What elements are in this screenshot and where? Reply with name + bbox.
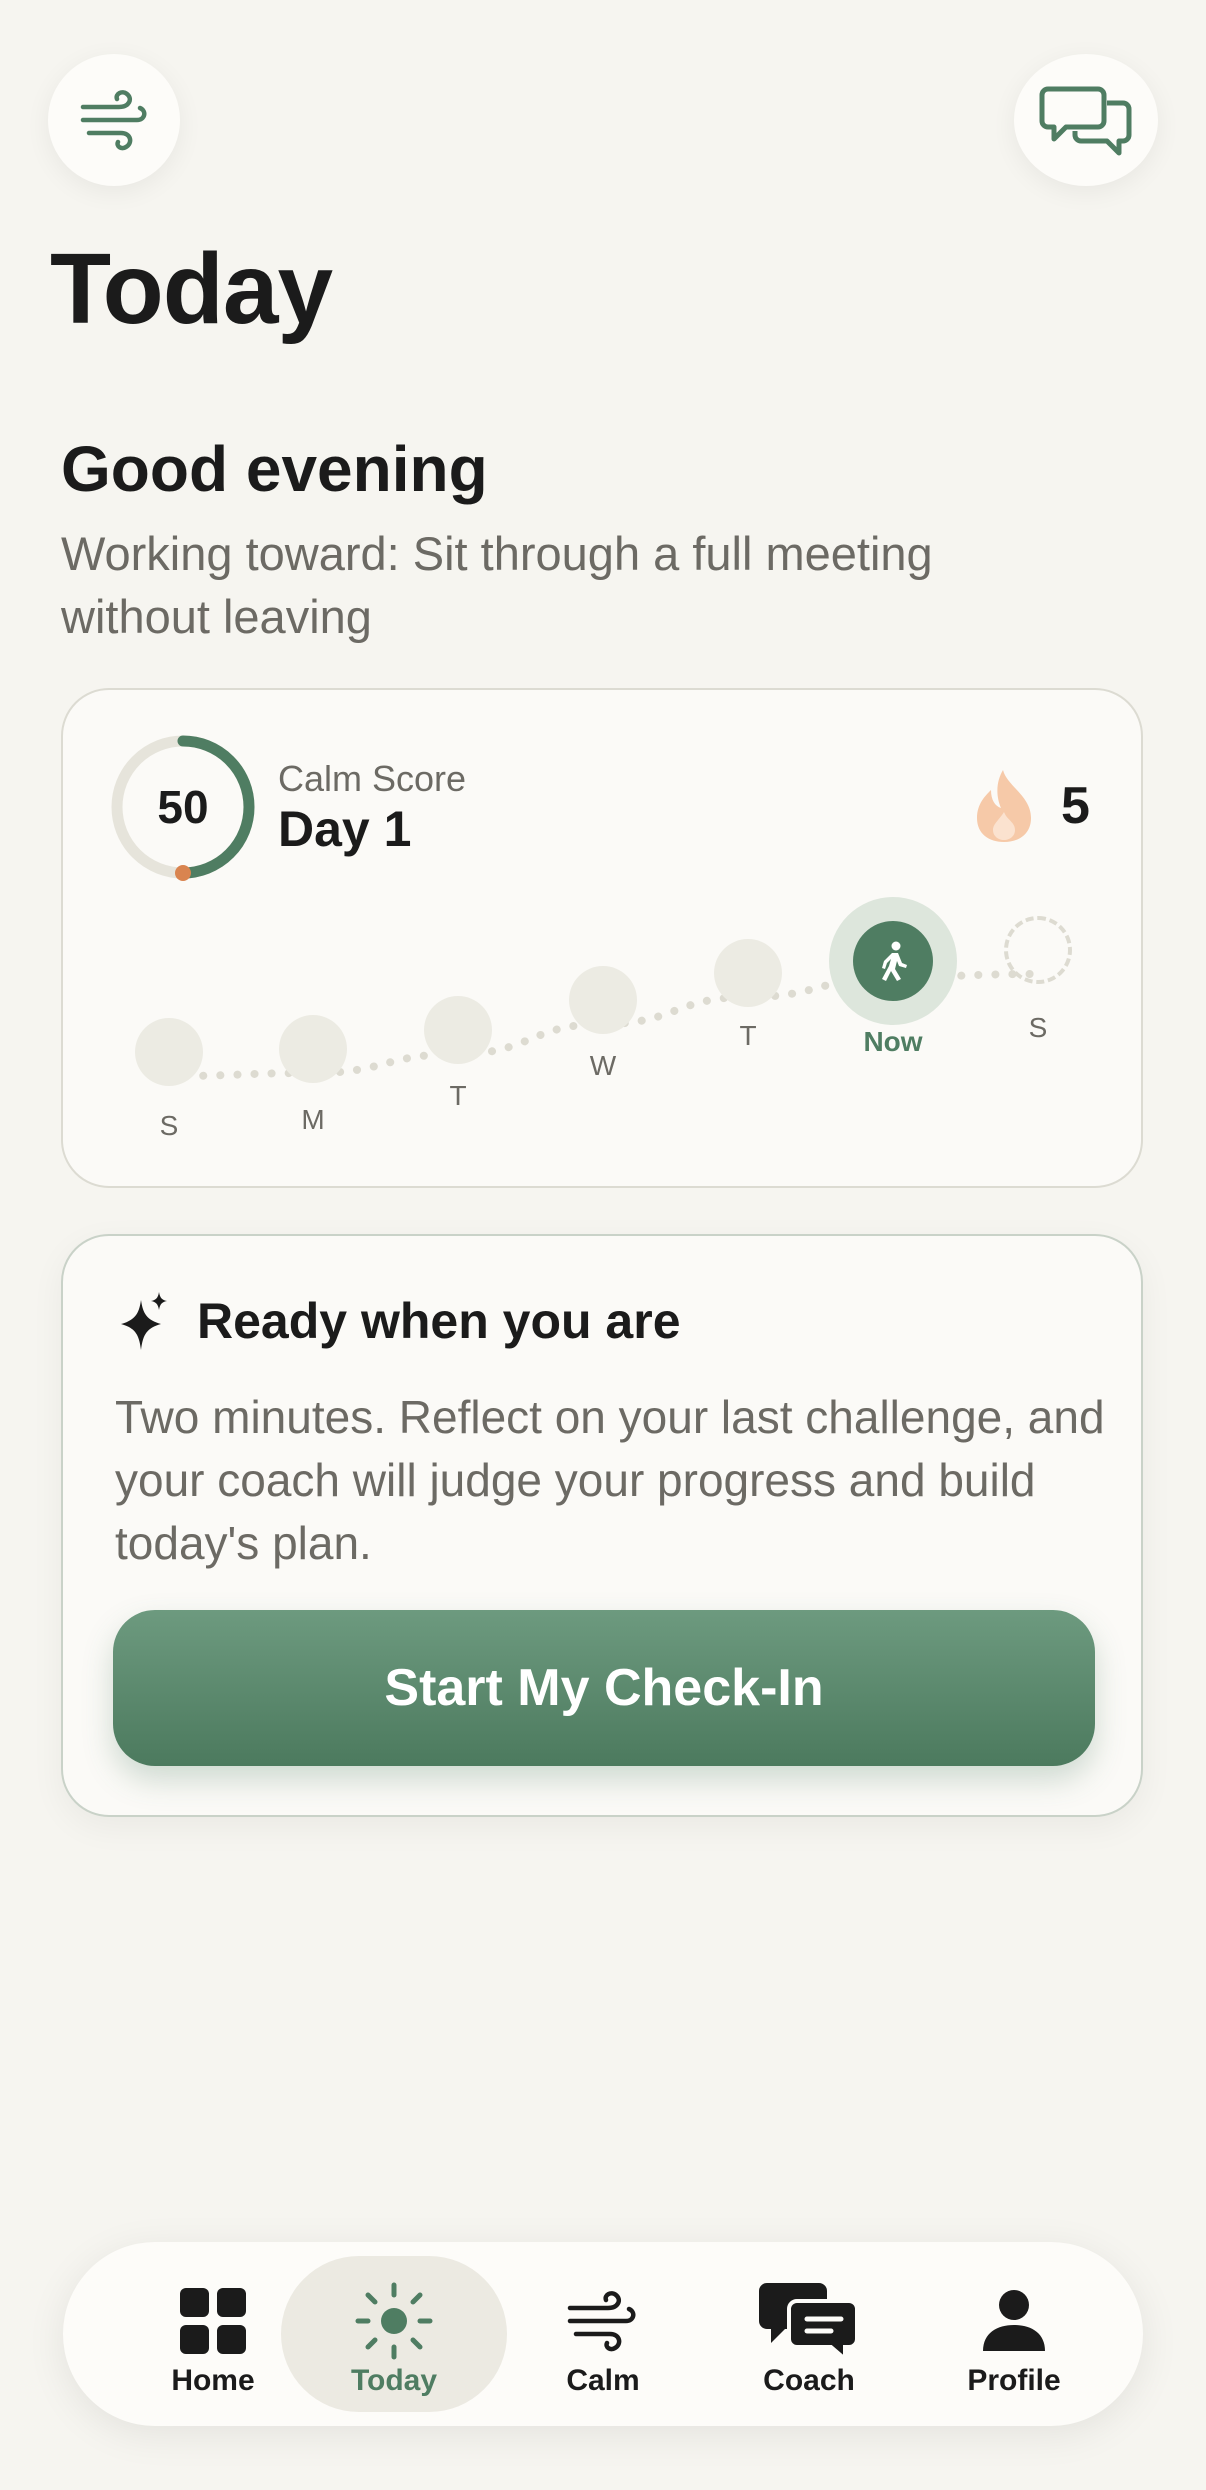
sun-icon [355,2282,433,2360]
day-marker [424,996,492,1064]
tab-calm-label: Calm [566,2364,640,2397]
now-label: Now [863,1026,923,1057]
walking-icon [882,941,907,981]
checkin-description: Two minutes. Reflect on your last challe… [115,1391,1105,1569]
day-marker [569,966,637,1034]
tab-today-label: Today [350,2364,438,2397]
day-marker [279,1015,347,1083]
checkin-card: Ready when you are Two minutes. Reflect … [61,1234,1143,1817]
tab-home-label: Home [171,2364,255,2397]
tab-profile-label: Profile [967,2364,1061,2397]
calm-score-card[interactable]: 50 Calm Score Day 1 5 S M T W T Now S [61,688,1143,1188]
day-letter: S [159,1110,179,1141]
day-letter: S [1028,1012,1048,1043]
tab-coach[interactable]: Coach [696,2256,922,2412]
week-progress: S M T W T Now S [63,690,1141,1186]
progress-path [165,970,1042,1080]
day-letter: T [449,1080,467,1111]
tab-today[interactable]: Today [281,2256,507,2412]
sparkle-icon [121,1292,167,1350]
breathing-button[interactable] [48,54,180,186]
day-letter: T [739,1020,757,1051]
future-day-marker [1004,916,1072,984]
chat-icon [759,2283,859,2361]
goal-text: Working toward: Sit through a full meeti… [61,527,933,643]
tab-profile[interactable]: Profile [901,2256,1127,2412]
wind-icon [80,90,147,151]
person-icon [983,2290,1045,2351]
start-checkin-button[interactable]: Start My Check-In [113,1610,1095,1766]
tab-bar: Home Today Calm Coach Profile [63,2242,1143,2426]
checkin-title: Ready when you are [197,1293,681,1349]
greeting-title: Good evening [61,433,488,505]
messages-button[interactable] [1014,54,1158,186]
grid-icon [180,2288,246,2354]
day-marker [135,1018,203,1086]
page-title: Today [50,233,333,345]
tab-calm[interactable]: Calm [490,2256,716,2412]
wind-icon [567,2291,636,2352]
day-letter: W [589,1050,617,1081]
day-marker [714,939,782,1007]
tab-coach-label: Coach [763,2364,855,2397]
current-day-marker [853,921,933,1001]
day-letter: M [301,1104,325,1135]
chat-bubbles-icon [1039,86,1132,156]
